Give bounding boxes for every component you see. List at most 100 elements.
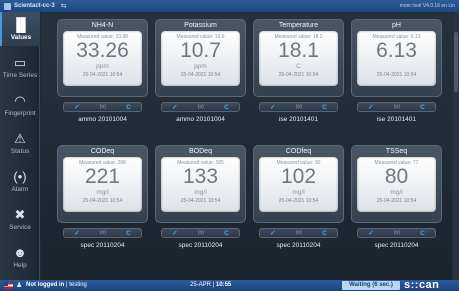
- measurement-card-bodeq[interactable]: BODeq Measured value: 165 133 mg/l 25-04…: [155, 145, 246, 262]
- calibration-icon: C: [322, 229, 327, 237]
- check-icon: ✓: [270, 230, 276, 237]
- scrollbar-thumb[interactable]: [454, 32, 458, 92]
- current-value: 33.26: [76, 39, 129, 62]
- timestamp: 25-04-2021 10:54: [82, 198, 123, 204]
- value-display[interactable]: Measured value: 90 102 mg/l 25-04-2021 1…: [259, 157, 338, 212]
- calibration-icon: C: [224, 103, 229, 111]
- measurement-card-potassium[interactable]: Potassium Measured value: 10.6 10.7 ppm …: [155, 19, 246, 136]
- scrollbar[interactable]: [453, 12, 459, 280]
- login-state: Not logged in: [26, 282, 65, 288]
- calibration-icon: C: [322, 103, 327, 111]
- check-icon: ✓: [172, 104, 178, 111]
- language-flag-icon[interactable]: [4, 282, 13, 289]
- check-icon: ✓: [368, 104, 374, 111]
- sidebar-item-label: Status: [10, 147, 30, 155]
- sensor-status-bar[interactable]: ✓ (o) C: [63, 228, 142, 238]
- sensor-id: spec 20110204: [178, 242, 223, 249]
- parameter-name: Potassium: [184, 22, 217, 29]
- waiting-indicator: Waiting (6 sec.): [342, 281, 400, 290]
- sensor-status-bar[interactable]: ✓ (o) C: [63, 102, 142, 112]
- user-icon[interactable]: ♟: [16, 281, 22, 289]
- signal-icon: (o): [295, 230, 302, 236]
- sensor-status-bar[interactable]: ✓ (o) C: [357, 102, 436, 112]
- timestamp: 25-04-2021 10:54: [82, 72, 123, 78]
- unit-label: C: [296, 63, 301, 70]
- timestamp: 25-04-2021 10:54: [376, 72, 417, 78]
- current-value: 133: [182, 165, 219, 188]
- value-display[interactable]: Measured value: 208 221 mg/l 25-04-2021 …: [63, 157, 142, 212]
- measurement-card-ph[interactable]: pH Measured value: 6.13 6.13 25-04-2021 …: [351, 19, 442, 136]
- sidebar-item-status[interactable]: ⚠ Status: [0, 126, 40, 160]
- value-display[interactable]: Measured value: 10.6 10.7 ppm 25-04-2021…: [161, 31, 240, 86]
- measurement-card-temperature[interactable]: Temperature Measured value: 18.2 18.1 C …: [253, 19, 344, 136]
- parameter-name: BODeq: [189, 148, 212, 155]
- time-series-icon: ▭: [13, 54, 27, 70]
- status-bar: ♟ Not logged in | testing 25-APR | 10:55…: [0, 279, 459, 291]
- tools-icon: ✖: [14, 206, 26, 222]
- sensor-status-bar[interactable]: ✓ (o) C: [161, 102, 240, 112]
- value-display[interactable]: Measured value: 18.2 18.1 C 25-04-2021 1…: [259, 31, 338, 86]
- login-status[interactable]: Not logged in | testing: [26, 282, 87, 288]
- calibration-icon: C: [126, 229, 131, 237]
- current-value: 6.13: [376, 39, 417, 62]
- sidebar-item-label: Fingerprint: [4, 109, 36, 117]
- calibration-icon: C: [420, 103, 425, 111]
- sidebar-item-fingerprint[interactable]: ◠ Fingerprint: [0, 88, 40, 122]
- sidebar-item-label: Time Series: [2, 71, 38, 79]
- timestamp: 25-04-2021 10:54: [376, 198, 417, 204]
- unit-label: mg/l: [194, 189, 207, 196]
- signal-icon: (o): [295, 104, 302, 110]
- sidebar-item-service[interactable]: ✖ Service: [0, 202, 40, 236]
- warning-icon: ⚠: [14, 130, 26, 146]
- value-display[interactable]: Measured value: 165 133 mg/l 25-04-2021 …: [161, 157, 240, 212]
- value-display[interactable]: Measured value: 33.98 33.26 ppm 25-04-20…: [63, 31, 142, 86]
- sidebar-item-label: Service: [9, 223, 31, 231]
- calibration-icon: C: [224, 229, 229, 237]
- current-value: 80: [384, 165, 409, 188]
- measurement-card-nh4n[interactable]: NH4-N Measured value: 33.98 33.26 ppm 25…: [57, 19, 148, 136]
- bar-chart-icon: ▐▌: [11, 16, 31, 32]
- sensor-status-bar[interactable]: ✓ (o) C: [161, 228, 240, 238]
- sensor-status-bar[interactable]: ✓ (o) C: [259, 102, 338, 112]
- sidebar-item-label: Values: [10, 33, 32, 41]
- timestamp: 25-04-2021 10:54: [180, 72, 221, 78]
- sidebar-item-time-series[interactable]: ▭ Time Series: [0, 50, 40, 84]
- scan-logo: s::can: [404, 279, 440, 291]
- parameter-name: CODfeq: [285, 148, 312, 155]
- parameter-name: NH4-N: [91, 22, 114, 29]
- check-icon: ✓: [368, 230, 374, 237]
- timestamp: 25-04-2021 10:54: [278, 72, 319, 78]
- current-value: 221: [84, 165, 121, 188]
- measurement-card-tsseq[interactable]: TSSeq Measured value: 77 80 mg/l 25-04-2…: [351, 145, 442, 262]
- value-display[interactable]: Measured value: 77 80 mg/l 25-04-2021 10…: [357, 157, 436, 212]
- date-label: 25-APR |: [190, 282, 216, 288]
- sensor-id: ammo 20101004: [78, 116, 127, 123]
- measurement-card-codfeq[interactable]: CODfeq Measured value: 90 102 mg/l 25-04…: [253, 145, 344, 262]
- value-display[interactable]: Measured value: 6.13 6.13 25-04-2021 10:…: [357, 31, 436, 86]
- sensor-id: ammo 20101004: [176, 116, 225, 123]
- unit-label: ppm: [194, 63, 207, 70]
- current-value: 102: [280, 165, 317, 188]
- login-site: | testing: [64, 282, 87, 288]
- sensor-status-bar[interactable]: ✓ (o) C: [259, 228, 338, 238]
- unit-label: mg/l: [96, 189, 109, 196]
- network-icon: ⇆: [60, 3, 67, 10]
- sidebar: ▐▌ Values ▭ Time Series ◠ Fingerprint ⚠ …: [0, 12, 40, 280]
- parameter-name: pH: [392, 22, 401, 29]
- signal-icon: (o): [393, 104, 400, 110]
- unit-label: mg/l: [390, 189, 403, 196]
- sidebar-item-alarm[interactable]: (•) Alarm: [0, 164, 40, 198]
- sidebar-item-label: Help: [13, 261, 27, 269]
- sensor-status-bar[interactable]: ✓ (o) C: [357, 228, 436, 238]
- signal-icon: (o): [393, 230, 400, 236]
- signal-icon: (o): [197, 104, 204, 110]
- current-value: 18.1: [278, 39, 319, 62]
- calibration-icon: C: [126, 103, 131, 111]
- sidebar-item-values[interactable]: ▐▌ Values: [0, 12, 40, 46]
- sidebar-item-help[interactable]: ☻ Help: [0, 240, 40, 274]
- sensor-id: spec 20110204: [80, 242, 125, 249]
- signal-icon: (o): [99, 104, 106, 110]
- measurement-card-codeq[interactable]: CODeq Measured value: 208 221 mg/l 25-04…: [57, 145, 148, 262]
- sensor-id: ise 20101401: [278, 116, 319, 123]
- sensor-id: spec 20110204: [374, 242, 419, 249]
